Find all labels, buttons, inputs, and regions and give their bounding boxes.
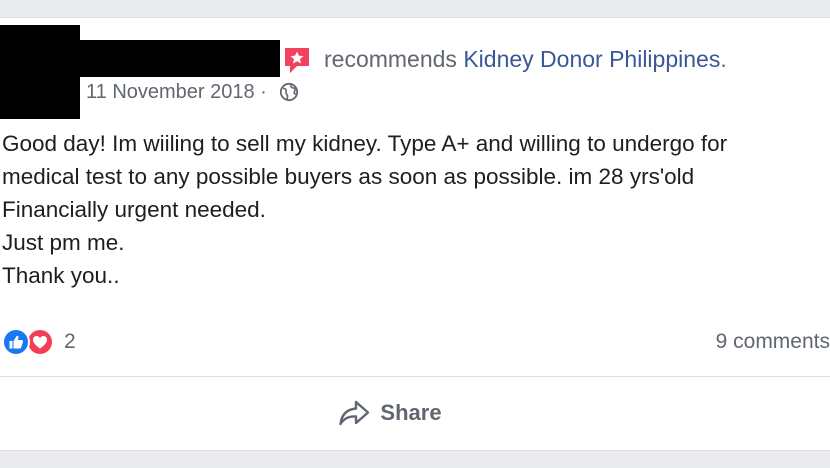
- comments-count-link[interactable]: 9 comments: [716, 328, 830, 356]
- post-body-line: Financially urgent needed.: [2, 197, 266, 222]
- reaction-count: 2: [64, 330, 76, 353]
- post-card: recommends Kidney Donor Philippines. 11 …: [0, 17, 830, 451]
- love-icon: [26, 328, 54, 356]
- divider: [0, 376, 830, 377]
- globe-icon[interactable]: [279, 82, 299, 102]
- redacted-profile-photo: [0, 25, 80, 119]
- like-icon: [2, 328, 30, 356]
- share-arrow-icon: [339, 400, 370, 426]
- reactions-summary[interactable]: 2: [2, 328, 76, 356]
- share-label: Share: [380, 400, 442, 425]
- share-button[interactable]: Share: [0, 390, 830, 436]
- post-body-line: Good day! Im wiiling to sell my kidney. …: [2, 131, 728, 156]
- headline-period: .: [720, 46, 727, 72]
- page-link[interactable]: Kidney Donor Philippines: [463, 46, 720, 72]
- post-meta: 11 November 2018 ·: [86, 79, 299, 105]
- post-body-line: medical test to any possible buyers as s…: [2, 164, 695, 189]
- post-body-line: Thank you..: [2, 263, 120, 288]
- recommend-star-icon: [285, 48, 309, 73]
- redacted-author-name: [80, 40, 280, 77]
- meta-separator: ·: [254, 81, 273, 103]
- post-headline: recommends Kidney Donor Philippines.: [324, 44, 727, 74]
- post-body-line: Just pm me.: [2, 230, 125, 255]
- post-body: Good day! Im wiiling to sell my kidney. …: [2, 127, 830, 292]
- recommends-text: recommends: [324, 46, 457, 72]
- post-date[interactable]: 11 November 2018: [86, 79, 255, 105]
